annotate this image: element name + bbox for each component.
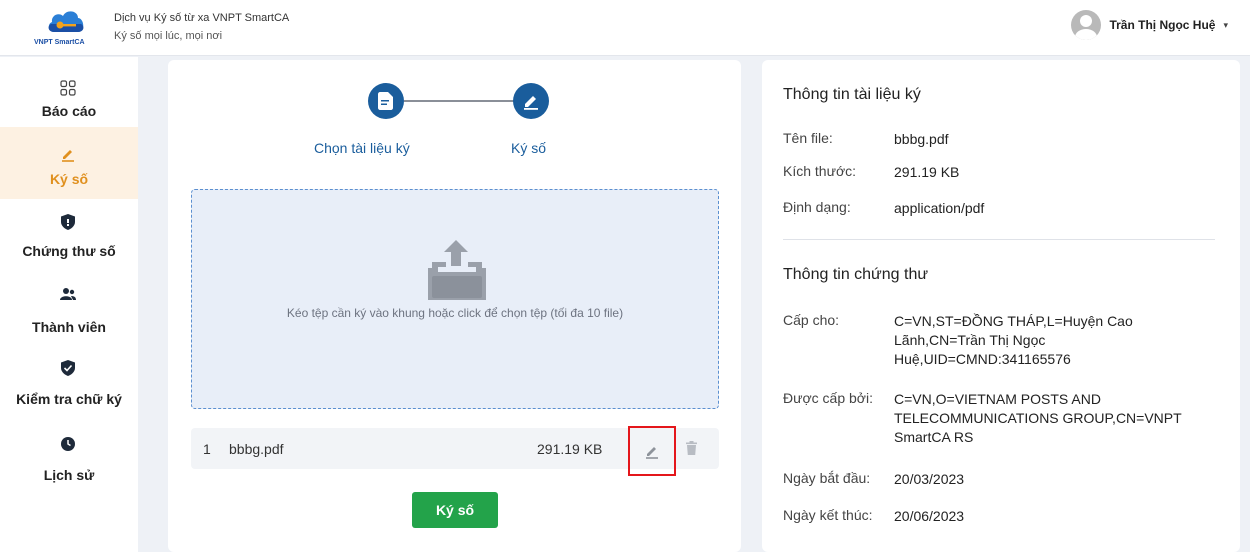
- app-header: VNPT SmartCA Dịch vụ Ký số từ xa VNPT Sm…: [0, 0, 1250, 56]
- dropzone-instruction: Kéo tệp cần ký vào khung hoặc click để c…: [286, 306, 624, 320]
- service-title: Dịch vụ Ký số từ xa VNPT SmartCA: [114, 12, 290, 24]
- service-subtitle: Ký số mọi lúc, mọi nơi: [114, 30, 223, 42]
- file-list-item: 1 bbbg.pdf 291.19 KB: [191, 426, 719, 476]
- pen-icon: [57, 143, 79, 165]
- step-choose-document[interactable]: [368, 83, 404, 119]
- users-icon: [57, 283, 79, 305]
- file-index: 1: [203, 441, 211, 457]
- start-date-value: 20/03/2023: [894, 471, 965, 487]
- step-choose-document-label: Chọn tài liệu ký: [314, 140, 410, 156]
- clock-icon: [57, 433, 79, 455]
- sidebar: Báo cáo Ký số Chứng thư số Thành viên Ki…: [0, 57, 138, 552]
- file-size: 291.19 KB: [537, 441, 603, 457]
- format-label: Định dạng:: [783, 199, 851, 215]
- step-sign[interactable]: [513, 83, 549, 119]
- end-date-value: 20/06/2023: [894, 508, 965, 524]
- document-info-title: Thông tin tài liệu ký: [783, 86, 921, 103]
- upload-folder-icon: [428, 240, 486, 300]
- issued-by-value: C=VN,O=VIETNAM POSTS AND TELECOMMUNICATI…: [894, 391, 1182, 445]
- sidebar-item-certificates[interactable]: Chứng thư số: [0, 207, 138, 279]
- cloud-key-icon: [48, 11, 84, 32]
- sidebar-item-sign[interactable]: Ký số: [0, 127, 138, 199]
- vnpt-smartca-logo[interactable]: VNPT SmartCA: [34, 6, 106, 48]
- format-value: application/pdf: [894, 200, 985, 216]
- issued-to-label: Cấp cho:: [783, 312, 840, 328]
- sidebar-item-history[interactable]: Lịch sử: [0, 429, 138, 501]
- file-dropzone[interactable]: Kéo tệp cần ký vào khung hoặc click để c…: [191, 189, 719, 409]
- sidebar-item-label: Chứng thư số: [22, 243, 116, 259]
- sidebar-item-label: Ký số: [49, 171, 89, 187]
- sidebar-item-verify-signature[interactable]: Kiểm tra chữ ký: [0, 355, 138, 427]
- filename-value: bbbg.pdf: [894, 131, 949, 147]
- filename-label: Tên file:: [783, 130, 833, 146]
- info-panel: Thông tin tài liệu ký Tên file: bbbg.pdf…: [762, 60, 1240, 552]
- pen-icon: [646, 447, 658, 459]
- delete-file-button[interactable]: [682, 438, 700, 458]
- sidebar-item-label: Thành viên: [32, 319, 106, 335]
- sidebar-item-label: Báo cáo: [41, 103, 97, 119]
- user-name: Trần Thị Ngọc Huệ: [1109, 18, 1216, 32]
- shield-icon: [57, 211, 79, 233]
- file-name: bbbg.pdf: [229, 441, 284, 457]
- avatar: [1071, 10, 1102, 40]
- shield-check-icon: [57, 357, 79, 379]
- logo-text: VNPT SmartCA: [34, 39, 85, 46]
- issued-by-label: Được cấp bởi:: [783, 390, 873, 406]
- sign-button[interactable]: Ký số: [412, 492, 498, 528]
- user-menu[interactable]: Trần Thị Ngọc Huệ ▾: [1071, 10, 1228, 40]
- step-sign-label: Ký số: [511, 140, 547, 156]
- end-date-label: Ngày kết thúc:: [783, 507, 873, 523]
- issued-to-value: C=VN,ST=ĐỒNG THÁP,L=Huyện Cao Lãnh,CN=Tr…: [894, 313, 1133, 367]
- pen-icon: [524, 96, 538, 110]
- sidebar-item-label: Kiểm tra chữ ký: [16, 391, 122, 407]
- sign-document-panel: Chọn tài liệu ký Ký số Kéo tệp cần ký và…: [168, 60, 741, 552]
- filesize-label: Kích thước:: [783, 163, 857, 179]
- start-date-label: Ngày bắt đầu:: [783, 470, 871, 486]
- sidebar-item-label: Lịch sử: [43, 467, 95, 483]
- sidebar-item-members[interactable]: Thành viên: [0, 279, 138, 351]
- certificate-info-title: Thông tin chứng thư: [783, 266, 929, 283]
- document-icon: [378, 92, 393, 110]
- stepper-connector: [404, 100, 514, 102]
- edit-file-button[interactable]: [628, 426, 676, 476]
- chevron-down-icon: ▾: [1223, 19, 1228, 30]
- section-divider: [783, 239, 1215, 240]
- filesize-value: 291.19 KB: [894, 164, 960, 180]
- grid-icon: [57, 77, 79, 99]
- trash-icon: [685, 441, 697, 455]
